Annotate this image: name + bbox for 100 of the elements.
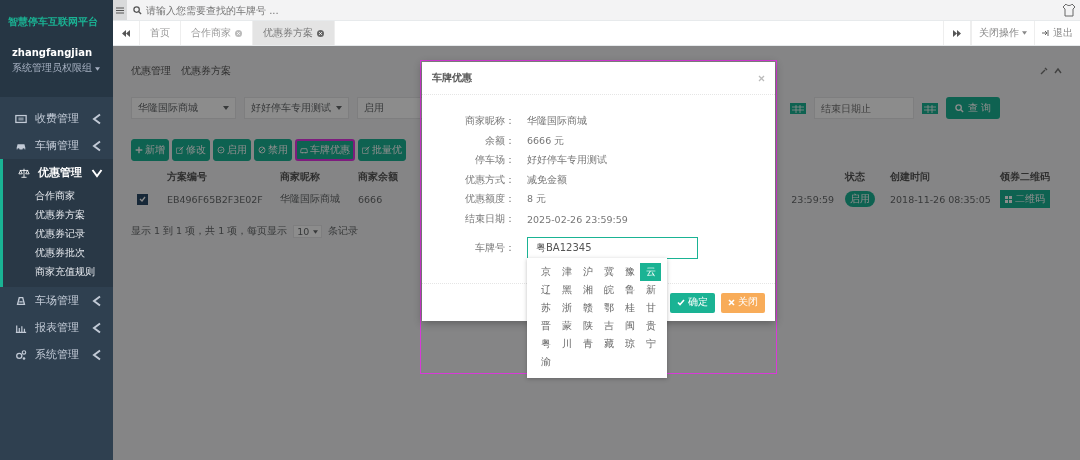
menu-item[interactable]: 车场管理 <box>0 287 113 314</box>
menu-item[interactable]: 优惠管理 <box>3 159 113 186</box>
qr-code-icon <box>1005 195 1012 203</box>
keyboard-key[interactable]: 甘 <box>640 299 661 317</box>
column-header: 商家余额 <box>357 169 399 184</box>
submenu-item[interactable]: 优惠券批次 <box>35 243 113 262</box>
page-size-select[interactable]: 10 <box>293 225 323 238</box>
keyboard-key[interactable]: 豫 <box>619 263 640 281</box>
keyboard-key[interactable]: 皖 <box>598 281 619 299</box>
check-circle-icon <box>217 146 225 154</box>
edit-icon <box>176 146 184 154</box>
keyboard-key[interactable]: 藏 <box>598 335 619 353</box>
keyboard-key[interactable]: 津 <box>556 263 577 281</box>
edit-icon <box>362 146 370 154</box>
keyboard-key[interactable]: 苏 <box>535 299 556 317</box>
keyboard-key[interactable]: 鄂 <box>598 299 619 317</box>
keyboard-key[interactable]: 吉 <box>598 317 619 335</box>
submenu-item[interactable]: 优惠券方案 <box>35 205 113 224</box>
column-header: 创建时间 <box>889 169 931 184</box>
close-actions-dropdown[interactable]: 关闭操作 <box>971 21 1034 45</box>
keyboard-key[interactable]: 琼 <box>619 335 640 353</box>
keyboard-key[interactable]: 湘 <box>577 281 598 299</box>
logout-button[interactable]: 退出 <box>1034 21 1080 45</box>
chevron-icon <box>91 112 103 125</box>
field-value: 华隆国际商城 <box>527 115 588 129</box>
field-label: 余额： <box>484 134 515 148</box>
field-value: 8 元 <box>527 193 548 207</box>
close-icon[interactable] <box>317 29 324 37</box>
keyboard-key[interactable]: 贵 <box>640 317 661 335</box>
menu-item[interactable]: 系统管理 <box>0 341 113 368</box>
double-arrow-left-icon <box>122 29 130 37</box>
table-cell: EB496F65B2F3E02F <box>167 193 263 205</box>
field-label: 车牌号： <box>474 241 515 255</box>
keyboard-key[interactable]: 桂 <box>619 299 640 317</box>
wrench-icon[interactable] <box>1040 67 1048 75</box>
breadcrumb-item: 优惠管理 <box>131 64 171 78</box>
double-arrow-right-icon <box>953 29 961 37</box>
keyboard-key[interactable]: 黑 <box>556 281 577 299</box>
table-cell: 6666 <box>358 193 383 205</box>
submenu-item[interactable]: 优惠券记录 <box>35 224 113 243</box>
chevron-icon[interactable] <box>1054 67 1062 75</box>
check-icon <box>139 196 146 202</box>
shirt-icon[interactable] <box>1062 3 1076 17</box>
plate-number-field[interactable]: 粤BA12345 <box>527 237 698 259</box>
car-icon <box>300 146 308 154</box>
menu-item[interactable]: 车辆管理 <box>0 132 113 159</box>
table-cell: 华隆国际商城 <box>280 192 340 206</box>
keyboard-key[interactable]: 蒙 <box>556 317 577 335</box>
keyboard-key[interactable]: 赣 <box>577 299 598 317</box>
end-date-field[interactable]: 结束日期止 <box>813 97 914 119</box>
keyboard-key[interactable]: 川 <box>556 335 577 353</box>
keyboard-key[interactable]: 闽 <box>619 317 640 335</box>
keyboard-key[interactable]: 陕 <box>577 317 598 335</box>
chevron-icon <box>91 139 103 152</box>
close-icon <box>758 74 765 82</box>
field-label: 优惠额度： <box>464 193 515 207</box>
caret-icon <box>336 106 342 110</box>
row-checkbox[interactable] <box>137 193 148 205</box>
table-cell: 2018-11-26 08:35:05 <box>890 193 991 205</box>
check-icon <box>677 299 685 306</box>
keyboard-key[interactable]: 鲁 <box>619 281 640 299</box>
breadcrumb-item: 优惠券方案 <box>181 64 231 78</box>
filter-select[interactable]: 华隆国际商城 <box>131 97 236 119</box>
column-header: 领券二维码 <box>999 169 1051 184</box>
filter-select[interactable]: 好好停车专用测试 <box>244 97 349 119</box>
page-tab[interactable]: 优惠券方案 <box>253 21 335 45</box>
column-header: 商家昵称 <box>279 169 321 184</box>
menu-item[interactable]: 收费管理 <box>0 105 113 132</box>
role-dropdown[interactable]: 系统管理员权限组 <box>12 62 101 75</box>
caret-icon <box>95 67 101 71</box>
menu-button[interactable] <box>113 0 127 20</box>
chevron-icon <box>91 294 103 307</box>
ban-icon <box>258 146 266 154</box>
scroll-right-button[interactable] <box>943 21 971 45</box>
keyboard-key[interactable]: 青 <box>577 335 598 353</box>
field-value: 2025-02-26 23:59:59 <box>527 213 629 225</box>
field-label: 商家昵称： <box>464 115 515 129</box>
keyboard-key[interactable]: 沪 <box>577 263 598 281</box>
keyboard-key[interactable]: 渝 <box>535 353 556 371</box>
keyboard-key[interactable]: 粤 <box>535 335 556 353</box>
table-cell: 23:59:59 <box>791 193 834 205</box>
keyboard-key[interactable]: 晋 <box>535 317 556 335</box>
chevron-icon <box>91 348 103 361</box>
keyboard-key[interactable]: 京 <box>535 263 556 281</box>
user-name: zhangfangjian <box>12 47 94 58</box>
logout-icon <box>1042 29 1050 37</box>
keyboard-key[interactable]: 新 <box>640 281 661 299</box>
keyboard-key[interactable]: 浙 <box>556 299 577 317</box>
dialog-title: 车牌优惠 <box>432 71 472 85</box>
search-field[interactable]: 请输入您需要查找的车牌号 ... <box>146 4 446 16</box>
submenu-item[interactable]: 合作商家 <box>35 186 113 205</box>
menu-item[interactable]: 报表管理 <box>0 314 113 341</box>
submenu-item[interactable]: 商家充值规则 <box>35 262 113 281</box>
caret-icon <box>1022 31 1027 35</box>
keyboard-key[interactable]: 冀 <box>598 263 619 281</box>
keyboard-key[interactable]: 辽 <box>535 281 556 299</box>
keyboard-key[interactable]: 宁 <box>640 335 661 353</box>
caret-icon <box>223 106 229 110</box>
status-badge: 启用 <box>845 191 875 207</box>
column-header: 方案编号 <box>166 169 208 184</box>
